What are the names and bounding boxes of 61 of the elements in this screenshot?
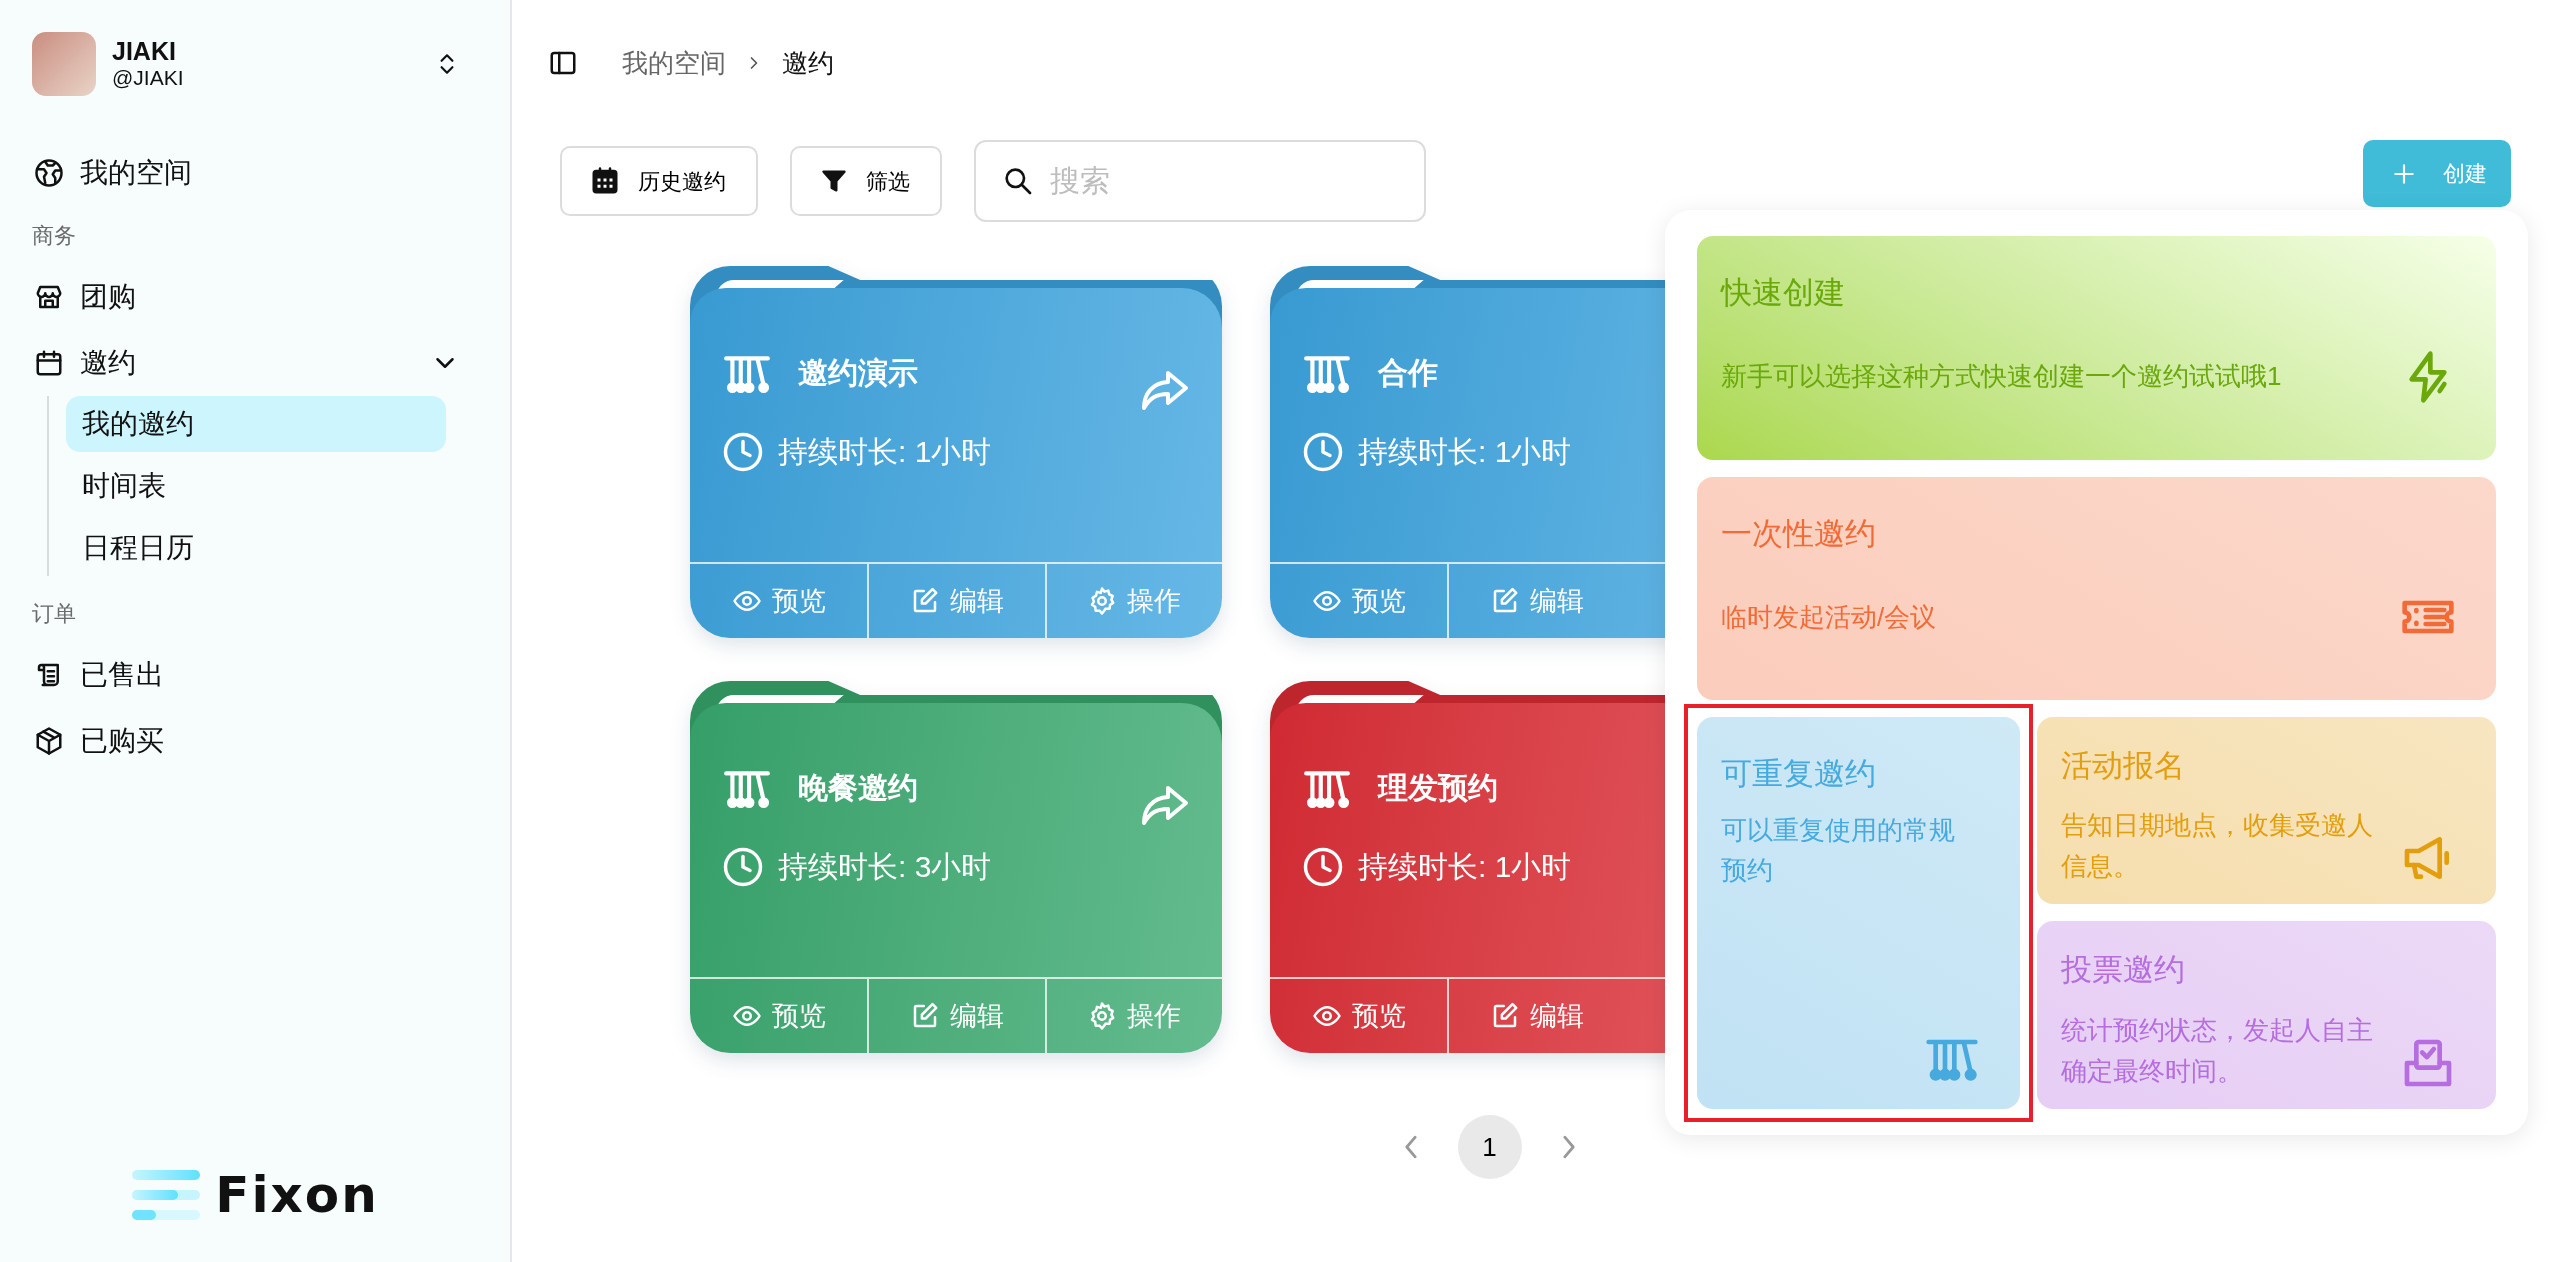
option-title: 一次性邀约 [1721, 515, 1877, 553]
card-action-button[interactable]: 预览 [1270, 564, 1448, 638]
card-action-button[interactable]: 预览 [1270, 979, 1448, 1053]
user-name: JIAKI [112, 37, 177, 66]
logo-icon [131, 1168, 202, 1222]
section-label: 商务 [32, 221, 77, 250]
calendar-icon [34, 348, 64, 378]
card-action-button[interactable]: 编辑 [1447, 564, 1625, 638]
nav-item[interactable]: 我的空间 [32, 140, 478, 206]
card-action-button[interactable]: 操作 [1044, 979, 1222, 1053]
create-option-card[interactable]: 一次性邀约 临时发起活动/会议 [1697, 477, 2496, 700]
create-option-card[interactable]: 投票邀约 统计预约状态，发起人自主确定最终时间。 [2037, 921, 2496, 1109]
nav-subitem[interactable]: 我的邀约 [66, 396, 446, 452]
card-title: 合作 [1378, 355, 1438, 391]
nav-item[interactable]: 邀约 [32, 330, 478, 396]
clock-icon [1302, 845, 1344, 888]
card-title: 邀约演示 [798, 355, 918, 391]
nav-item[interactable]: 团购 [32, 264, 478, 330]
toolbar-button[interactable]: 筛选 [790, 146, 942, 216]
card-title: 晚餐邀约 [798, 770, 918, 806]
option-title: 快速创建 [1721, 274, 1846, 312]
search-field[interactable]: 搜索 [974, 140, 1426, 222]
create-button[interactable]: 创建 [2363, 140, 2511, 207]
option-description: 告知日期地点，收集受邀人信息。 [2061, 809, 2374, 883]
nav-item[interactable]: 已购买 [32, 708, 478, 774]
clock-icon [722, 430, 764, 473]
duration-text: 持续时长: 1小时 [1358, 434, 1572, 470]
option-description: 可以重复使用的常规预约 [1721, 814, 1956, 888]
breadcrumb-item[interactable]: 我的空间 [622, 43, 726, 83]
section-label: 订单 [32, 599, 77, 628]
option-title: 活动报名 [2061, 747, 2186, 785]
card-title: 理发预约 [1378, 770, 1498, 806]
card-action-button[interactable]: 编辑 [1447, 979, 1625, 1053]
user-handle: @JIAKI [112, 65, 184, 91]
option-title: 可重复邀约 [1721, 755, 1877, 793]
card-action-button[interactable]: 预览 [690, 979, 868, 1053]
calendar-icon [590, 166, 620, 196]
avatar-photo [32, 32, 96, 96]
option-description: 统计预约状态，发起人自主确定最终时间。 [2061, 1014, 2374, 1088]
page-button[interactable]: 1 [1457, 1115, 1522, 1179]
card-action-button[interactable]: 操作 [1044, 564, 1222, 638]
toolbar-button[interactable]: 历史邀约 [560, 146, 758, 216]
clock-icon [722, 845, 764, 888]
duration-text: 持续时长: 1小时 [778, 434, 992, 470]
option-title: 投票邀约 [2061, 951, 2186, 989]
card-action-button[interactable]: 编辑 [867, 564, 1045, 638]
search-icon [1002, 165, 1034, 197]
nav-item[interactable]: 已售出 [32, 642, 478, 708]
card-action-button[interactable]: 预览 [690, 564, 868, 638]
card-action-button[interactable]: 编辑 [867, 979, 1045, 1053]
breadcrumb-item: 邀约 [782, 46, 834, 80]
clock-icon [1302, 430, 1344, 473]
logo-text: Fixon [215, 1170, 379, 1220]
nav-subitem[interactable]: 日程日历 [66, 520, 446, 576]
globe-icon [34, 158, 64, 188]
duration-text: 持续时长: 1小时 [1358, 849, 1572, 885]
box-icon [34, 726, 64, 756]
duration-text: 持续时长: 3小时 [778, 849, 992, 885]
option-description: 临时发起活动/会议 [1721, 600, 1938, 634]
nav-subitem[interactable]: 时间表 [66, 458, 446, 514]
option-description: 新手可以选择这种方式快速创建一个邀约试试哦1 [1721, 360, 2283, 394]
